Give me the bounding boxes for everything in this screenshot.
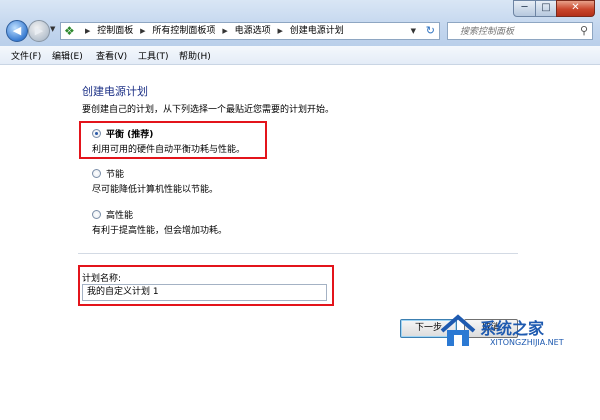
option-label[interactable]: 节能 [106, 167, 124, 180]
radio-button[interactable] [92, 210, 101, 219]
back-arrow-icon[interactable]: ◀ [6, 20, 28, 42]
menu-help[interactable]: 帮助(H) [179, 49, 211, 62]
refresh-icon[interactable]: ↻ [426, 23, 435, 39]
watermark-url: XITONGZHIJIA.NET [490, 338, 564, 347]
watermark-title: 系统之家 [480, 319, 545, 338]
forward-arrow-icon[interactable]: ▶ [28, 20, 50, 42]
search-input[interactable] [458, 24, 582, 40]
plan-name-field[interactable]: 我的自定义计划 1 [82, 284, 327, 301]
title-bar: ◀ ▶ ▼ ❖ ▶ 控制面板 ▶ 所有控制面板项 ▶ 电源选项 ▶ 创建电源计划… [0, 0, 600, 46]
watermark-house-icon [440, 314, 476, 346]
page-description: 要创建自己的计划，从下列选择一个最贴近您需要的计划开始。 [82, 105, 335, 115]
divider [78, 253, 518, 254]
radio-button[interactable] [92, 169, 101, 178]
window-controls: ─ □ ✕ [513, 0, 595, 17]
menu-bar: 文件(F) 编辑(E) 查看(V) 工具(T) 帮助(H) [0, 46, 600, 65]
option-label[interactable]: 平衡 (推荐) [106, 127, 153, 140]
breadcrumb-item[interactable]: 创建电源计划 [290, 26, 344, 36]
option-description: 尽可能降低计算机性能以节能。 [92, 185, 219, 195]
address-bar[interactable]: ❖ ▶ 控制面板 ▶ 所有控制面板项 ▶ 电源选项 ▶ 创建电源计划 ▼ ↻ [60, 22, 440, 40]
maximize-icon[interactable]: □ [535, 0, 557, 17]
content-area: 创建电源计划 要创建自己的计划，从下列选择一个最贴近您需要的计划开始。 平衡 (… [0, 65, 600, 420]
control-panel-icon: ❖ [64, 24, 75, 38]
page-title: 创建电源计划 [82, 85, 148, 98]
watermark-logo: 系统之家 XITONGZHIJIA.NET [438, 313, 598, 355]
address-dropdown-icon[interactable]: ▼ [411, 23, 416, 39]
minimize-icon[interactable]: ─ [513, 0, 536, 17]
breadcrumb-item[interactable]: 所有控制面板项 [152, 26, 215, 36]
radio-button[interactable] [92, 129, 101, 138]
search-icon[interactable]: ⚲ [580, 24, 588, 37]
option-description: 有利于提高性能，但会增加功耗。 [92, 226, 228, 236]
breadcrumb-item[interactable]: 控制面板 [97, 26, 133, 36]
menu-file[interactable]: 文件(F) [11, 49, 41, 62]
menu-edit[interactable]: 编辑(E) [52, 49, 83, 62]
recent-pages-dropdown-icon[interactable]: ▼ [50, 25, 55, 33]
search-box[interactable]: ⚲ [447, 22, 593, 40]
breadcrumb: ▶ 控制面板 ▶ 所有控制面板项 ▶ 电源选项 ▶ 创建电源计划 [85, 26, 344, 36]
menu-view[interactable]: 查看(V) [96, 49, 127, 62]
plan-name-label: 计划名称: [82, 274, 122, 284]
option-description: 利用可用的硬件自动平衡功耗与性能。 [92, 145, 246, 155]
close-icon[interactable]: ✕ [556, 0, 595, 17]
breadcrumb-item[interactable]: 电源选项 [235, 26, 271, 36]
option-label[interactable]: 高性能 [106, 208, 133, 221]
menu-tools[interactable]: 工具(T) [138, 49, 169, 62]
